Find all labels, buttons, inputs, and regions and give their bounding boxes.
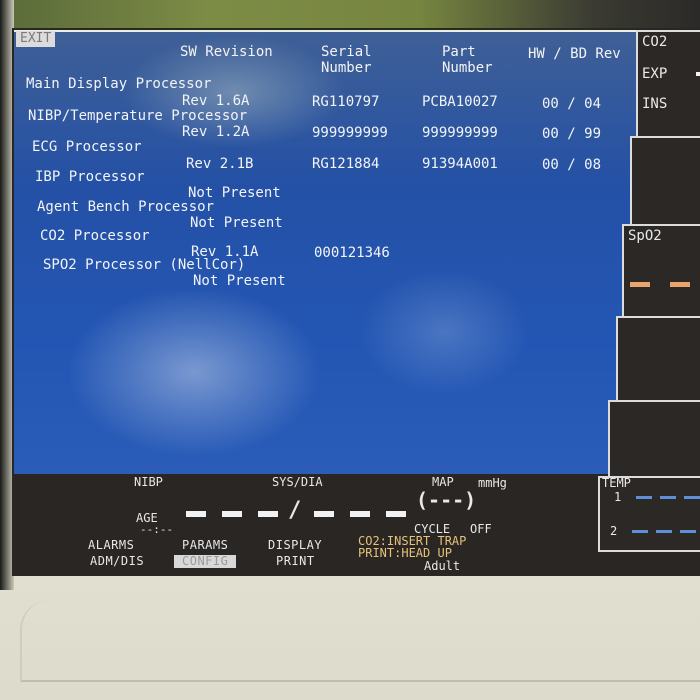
temp-panel[interactable]: TEMP 1 2 [598,476,700,552]
processor-hw-bd: 00 / 08 [542,157,602,173]
processor-name: IBP Processor [35,169,145,185]
temp2-dash [656,530,672,533]
sys-dash [186,511,206,517]
processor-serial: RG110797 [312,94,380,110]
temp-title: TEMP [602,476,631,490]
processor-serial: 999999999 [312,125,388,141]
col-header-serial-line1: Serial [321,44,372,60]
processor-name: ECG Processor [32,139,142,155]
processor-part: PCBA10027 [422,94,498,110]
temp2-dash [632,530,648,533]
bezel-ridge [20,600,700,682]
spo2-value-dash [630,282,650,287]
processor-sw-revision: Not Present [190,215,283,231]
col-header-part-line1: Part [442,44,476,60]
co2-panel[interactable]: CO2 EXP INS [636,30,700,138]
co2-exp-dash [696,72,700,76]
processor-serial: 000121346 [314,245,390,261]
temp1-dash [660,496,676,499]
col-header-sw-revision: SW Revision [180,44,273,60]
age-value: --:-- [140,523,174,536]
temp-channel-1-label: 1 [614,490,622,504]
sys-dia-separator: / [288,498,302,523]
waveform-panel [630,136,700,226]
co2-ins-label: INS [642,96,668,112]
processor-serial: RG121884 [312,156,380,172]
spo2-value-dash [670,282,690,287]
blank-panel [616,316,700,402]
processor-name: SPO2 Processor (NellCor) [43,257,246,273]
temp2-dash [680,530,696,533]
sys-dash [222,511,242,517]
processor-hw-bd: 00 / 99 [542,126,602,142]
sys-dia-label: SYS/DIA [272,475,323,489]
spo2-panel[interactable]: SpO2 [622,224,700,318]
nibp-area[interactable]: NIBP SYS/DIA AGE --:-- / MAP mmHg (---) … [60,472,600,573]
dia-dash [350,511,370,517]
nibp-label: NIBP [134,475,163,489]
col-header-serial-line2: Number [321,60,372,76]
sys-dash [258,511,278,517]
menu-adm-dis[interactable]: ADM/DIS [90,554,144,568]
processor-part: 91394A001 [422,156,498,172]
processor-hw-bd: 00 / 04 [542,96,602,112]
menu-params[interactable]: PARAMS [182,538,228,552]
processor-sw-revision: Rev 1.2A [182,124,250,140]
processor-part: 999999999 [422,125,498,141]
dia-dash [386,511,406,517]
unit-label: mmHg [478,476,507,490]
menu-print[interactable]: PRINT [276,554,315,568]
bezel-top-strip [0,0,700,30]
processor-name: Main Display Processor [26,76,212,92]
col-header-part-line2: Number [442,60,493,76]
map-value: (---) [416,488,477,512]
temp1-dash [684,496,700,499]
temp1-dash [636,496,652,499]
exit-button[interactable]: EXIT [16,31,56,47]
menu-display[interactable]: DISPLAY [268,538,322,552]
processor-sw-revision: Rev 2.1B [186,156,254,172]
spo2-title: SpO2 [628,228,662,244]
blank-panel [608,400,700,476]
cycle-value: OFF [470,522,492,536]
processor-name: CO2 Processor [40,228,150,244]
temp-channel-2-label: 2 [610,524,618,538]
co2-exp-label: EXP [642,66,668,82]
menu-alarms[interactable]: ALARMS [88,538,134,552]
processor-name: NIBP/Temperature Processor [28,108,248,124]
menu-config[interactable]: CONFIG [174,555,237,568]
col-header-hw-bd-rev: HW / BD Rev [528,46,621,62]
dia-dash [314,511,334,517]
processor-name: Agent Bench Processor [37,199,215,215]
processor-sw-revision: Not Present [193,273,286,289]
co2-title: CO2 [642,34,668,50]
processor-sw-revision: Rev 1.6A [182,93,250,109]
patient-mode: Adult [424,559,461,573]
system-info-panel: EXIT SW Revision Serial Number Part Numb… [14,30,644,474]
